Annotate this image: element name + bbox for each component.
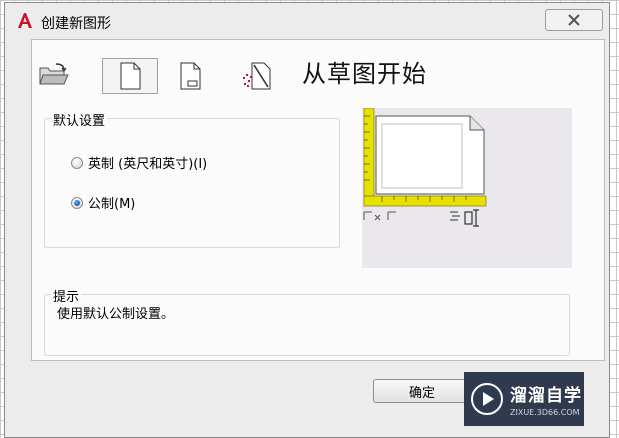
metric-radio-option[interactable]: 公制(M) xyxy=(71,193,135,212)
imperial-label: 英制 (英尺和英寸)(I) xyxy=(88,157,208,172)
ruler-sheet-illustration xyxy=(363,107,487,227)
wizard-icon xyxy=(243,62,271,90)
watermark-badge: 溜溜自学 ZIXUE.3D66.COM xyxy=(464,372,584,426)
close-icon xyxy=(568,14,580,26)
start-from-scratch-button[interactable] xyxy=(102,58,158,94)
close-button[interactable] xyxy=(545,9,603,31)
watermark-title: 溜溜自学 xyxy=(510,386,582,406)
folder-open-icon xyxy=(39,63,69,85)
use-wizard-button[interactable] xyxy=(238,58,274,94)
default-settings-group: 默认设置 英制 (英尺和英寸)(I) 公制(M) xyxy=(44,110,340,248)
window-title: 创建新图形 xyxy=(41,16,111,32)
open-drawing-button[interactable] xyxy=(34,58,74,92)
blank-page-icon xyxy=(120,62,141,90)
dialog-content: 从草图开始 默认设置 英制 (英尺和英寸)(I) 公制(M) 提示 使用默认公制… xyxy=(31,39,605,361)
imperial-radio[interactable] xyxy=(71,156,83,169)
page-heading: 从草图开始 xyxy=(302,60,427,88)
hint-text: 使用默认公制设置。 xyxy=(57,307,175,322)
ok-button[interactable]: 确定 xyxy=(373,379,471,403)
watermark-subtitle: ZIXUE.3D66.COM xyxy=(510,408,580,417)
play-logo-icon xyxy=(471,383,503,415)
drawing-preview xyxy=(362,107,572,268)
default-settings-label: 默认设置 xyxy=(51,110,108,129)
autocad-logo-icon xyxy=(18,13,32,28)
title-bar: 创建新图形 xyxy=(5,3,609,39)
metric-radio[interactable] xyxy=(71,196,83,209)
metric-label: 公制(M) xyxy=(88,197,136,212)
template-page-icon xyxy=(180,62,201,90)
use-template-button[interactable] xyxy=(172,58,208,94)
imperial-radio-option[interactable]: 英制 (英尺和英寸)(I) xyxy=(71,153,207,172)
hint-group: 提示 使用默认公制设置。 xyxy=(44,286,570,356)
